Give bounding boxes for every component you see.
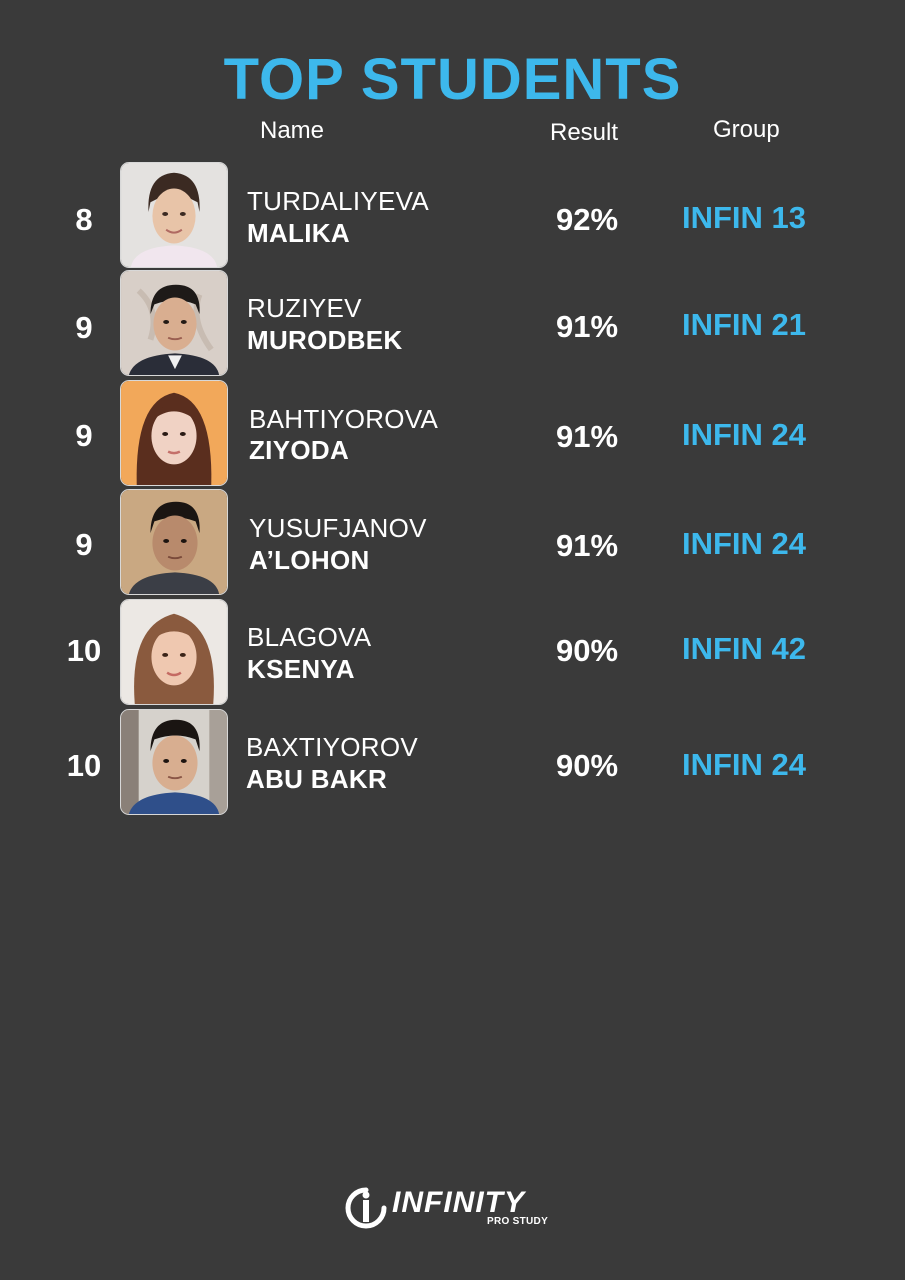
- student-firstname: ABU BAKR: [246, 764, 388, 794]
- logo-name: INFINITY: [392, 1186, 525, 1219]
- student-result: 91%: [556, 419, 619, 454]
- student-group: INFIN 24: [682, 747, 807, 782]
- infinity-logo-icon: [344, 1186, 388, 1230]
- student-rank: 9: [75, 310, 93, 345]
- student-row: 9 YUSUFJANOV A’LOHON 91% INFIN 24: [0, 489, 905, 597]
- student-row: 8 TURDALIYEVA MALIKA 92% INFIN 13: [0, 162, 905, 270]
- student-row: 10 BLAGOVA KSENYA 90% INFIN 42: [0, 599, 905, 707]
- student-group: INFIN 24: [682, 526, 807, 561]
- student-firstname: MALIKA: [247, 218, 350, 248]
- student-surname: RUZIYEV: [247, 293, 362, 323]
- student-firstname: A’LOHON: [249, 545, 370, 575]
- student-surname: BAXTIYOROV: [246, 732, 419, 762]
- student-photo: [120, 599, 228, 705]
- student-row: 9 RUZIYEV MURODBEK 91% INFIN 21: [0, 270, 905, 378]
- column-header-result: Result: [550, 119, 619, 146]
- student-row: 10 BAXTIYOROV ABU BAKR 90% INFIN 24: [0, 709, 905, 817]
- student-result: 90%: [556, 633, 619, 668]
- student-rank: 9: [75, 418, 93, 453]
- student-result: 92%: [556, 202, 619, 237]
- student-photo: [120, 380, 228, 486]
- student-surname: BAHTIYOROVA: [249, 404, 439, 434]
- student-group: INFIN 24: [682, 417, 807, 452]
- student-rank: 10: [66, 633, 102, 668]
- column-header-group: Group: [713, 116, 780, 143]
- logo-tagline: PRO STUDY: [487, 1216, 549, 1227]
- student-group: INFIN 42: [682, 631, 807, 666]
- student-surname: BLAGOVA: [247, 622, 372, 652]
- student-rank: 8: [75, 202, 93, 237]
- student-result: 90%: [556, 748, 619, 783]
- student-rank: 9: [75, 527, 93, 562]
- student-row: 9 BAHTIYOROVA ZIYODA 91% INFIN 24: [0, 380, 905, 488]
- brand-logo: INFINITY PRO STUDY: [344, 1186, 564, 1232]
- student-firstname: ZIYODA: [249, 435, 350, 465]
- student-surname: TURDALIYEVA: [247, 186, 429, 216]
- student-result: 91%: [556, 528, 619, 563]
- student-firstname: KSENYA: [247, 654, 355, 684]
- column-header-name: Name: [260, 117, 325, 144]
- student-group: INFIN 13: [682, 200, 807, 235]
- student-firstname: MURODBEK: [247, 325, 403, 355]
- student-photo: [120, 162, 228, 268]
- student-rank: 10: [66, 748, 102, 783]
- student-group: INFIN 21: [682, 307, 807, 342]
- student-result: 91%: [556, 309, 619, 344]
- student-surname: YUSUFJANOV: [249, 513, 427, 543]
- student-photo: [120, 709, 228, 815]
- page-title: TOP STUDENTS: [223, 47, 682, 112]
- student-photo: [120, 270, 228, 376]
- student-photo: [120, 489, 228, 595]
